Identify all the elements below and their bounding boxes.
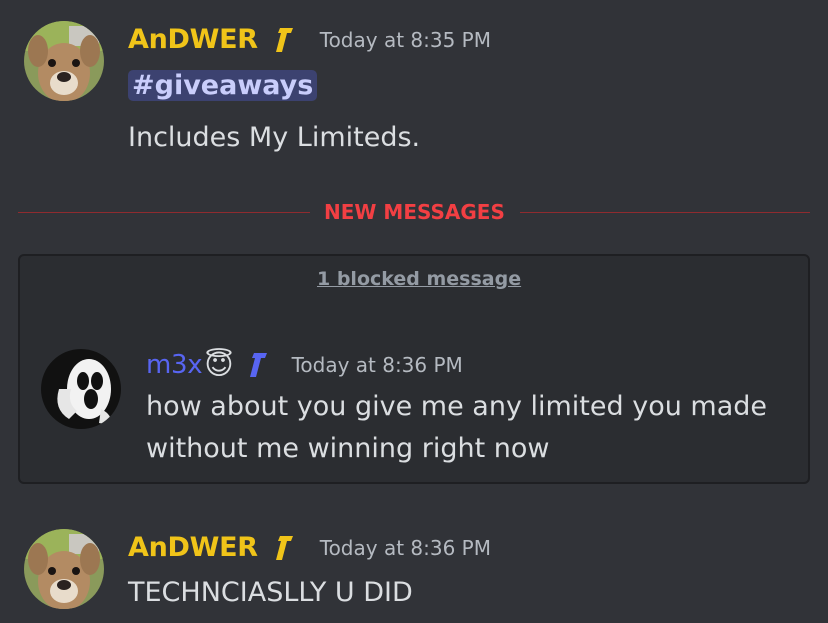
halo-emoji: 😇 xyxy=(204,348,234,381)
message-text-line: without me winning right now xyxy=(146,433,550,464)
deer-avatar-icon xyxy=(24,529,104,609)
new-messages-divider-left xyxy=(18,212,310,213)
new-messages-divider-right xyxy=(520,212,810,213)
role-icon[interactable] xyxy=(274,26,296,54)
channel-mention[interactable]: #giveaways xyxy=(128,70,318,101)
blocked-message-toggle[interactable]: 1 blocked message xyxy=(317,268,521,290)
role-icon[interactable] xyxy=(274,534,296,562)
andwer-avatar[interactable] xyxy=(24,529,104,609)
message-text: Includes My Limiteds. xyxy=(128,122,421,153)
role-icon[interactable] xyxy=(248,351,270,379)
timestamp: Today at 8:35 PM xyxy=(319,27,491,52)
ghost-avatar-icon xyxy=(41,349,121,429)
username[interactable]: AnDWER xyxy=(128,24,258,55)
username[interactable]: AnDWER xyxy=(128,532,258,563)
timestamp: Today at 8:36 PM xyxy=(319,535,491,560)
username[interactable]: m3x xyxy=(146,350,203,380)
m3x-avatar[interactable] xyxy=(41,349,121,429)
new-messages-label: NEW MESSAGES xyxy=(324,200,505,224)
deer-avatar-icon xyxy=(24,21,104,101)
andwer-avatar[interactable] xyxy=(24,21,104,101)
message-text-line: how about you give me any limited you ma… xyxy=(146,391,768,422)
timestamp: Today at 8:36 PM xyxy=(291,353,463,377)
message-text: TECHNCIASLLY U DID xyxy=(128,577,413,608)
